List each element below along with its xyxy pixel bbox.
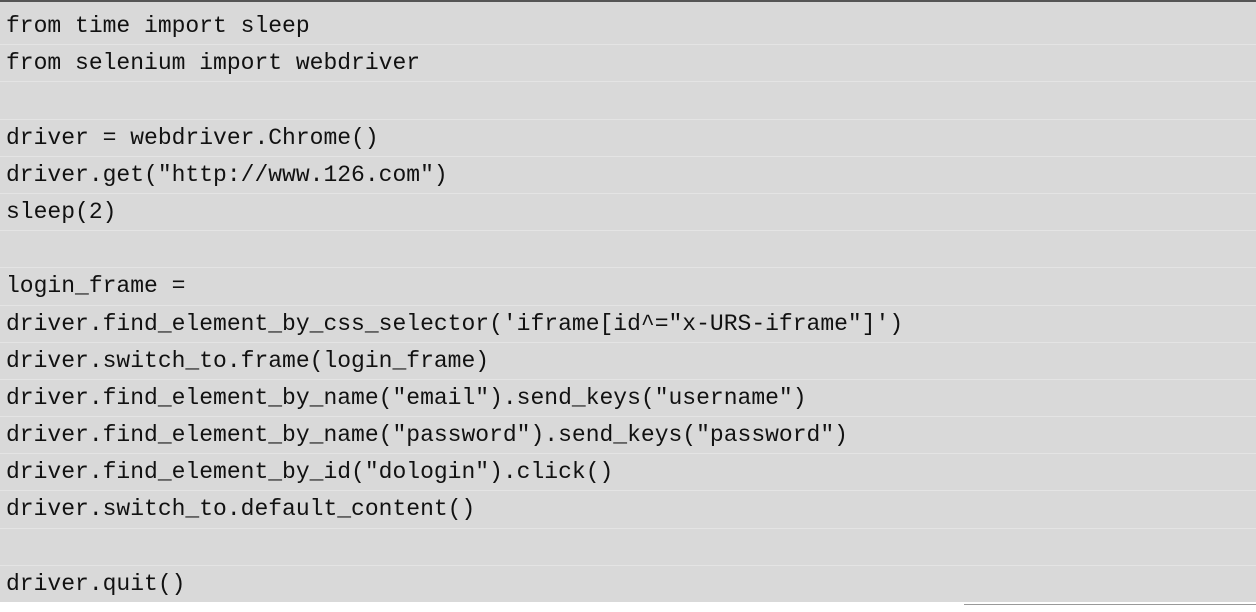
code-line: driver.find_element_by_name("email").sen… (0, 380, 1256, 418)
code-line: login_frame = (0, 268, 1256, 306)
code-line: driver.switch_to.default_content() (0, 491, 1256, 529)
code-line: driver.find_element_by_id("dologin").cli… (0, 454, 1256, 492)
code-line: driver.find_element_by_css_selector('ifr… (0, 306, 1256, 343)
code-line: driver.get("http://www.126.com") (0, 157, 1256, 194)
code-line: driver.switch_to.frame(login_frame) (0, 343, 1256, 380)
code-block: from time import sleep from selenium imp… (0, 0, 1256, 602)
code-line: driver = webdriver.Chrome() (0, 120, 1256, 157)
code-line: driver.quit() (6, 570, 186, 597)
code-line (0, 82, 1256, 120)
divider (964, 604, 1256, 605)
code-line: sleep(2) (0, 194, 1256, 232)
code-line: from time import sleep (0, 8, 1256, 46)
code-line: driver.find_element_by_name("password").… (0, 417, 1256, 455)
code-line: from selenium import webdriver (0, 45, 1256, 83)
code-line (0, 231, 1256, 269)
code-line (0, 529, 1256, 566)
